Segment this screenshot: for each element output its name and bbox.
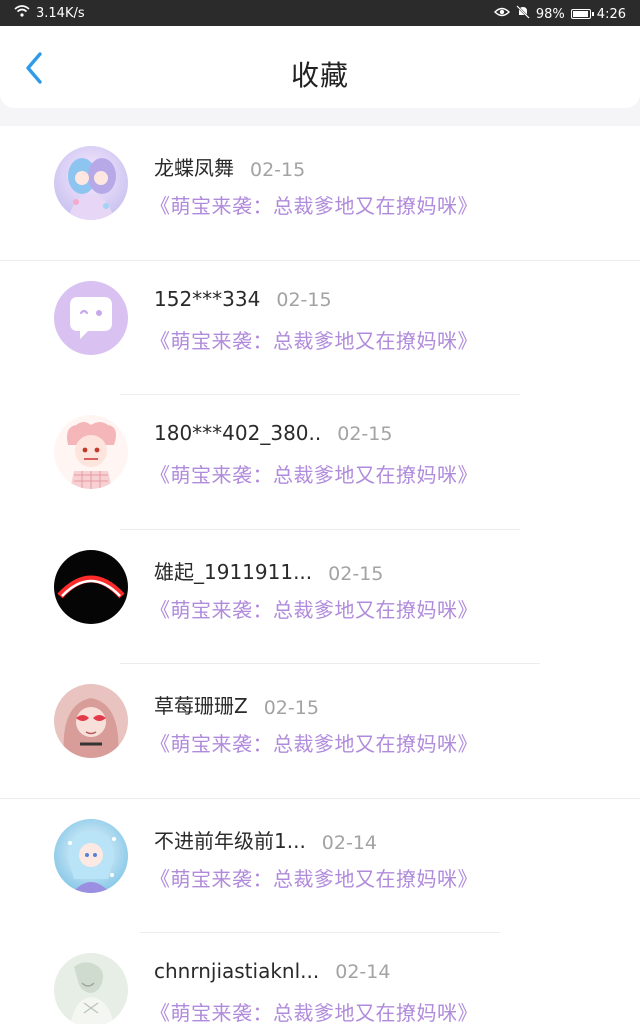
favorite-date: 02-14: [321, 831, 378, 854]
top-bar: 收藏: [0, 26, 640, 108]
eye-icon: [493, 6, 510, 22]
favorite-date: 02-15: [263, 697, 319, 719]
list-item[interactable]: 不进前年级前1... 02-14 《萌宝来袭：总裁爹地又在撩妈咪》: [0, 799, 640, 933]
avatar: [54, 684, 128, 758]
avatar: [54, 415, 128, 489]
user-name-row: 180***402_380.. 02-15: [154, 421, 392, 445]
user-name: 不进前年级前1...: [154, 828, 306, 853]
user-name-row: chnrnjiastiaknl... 02-14: [154, 959, 390, 983]
list-item[interactable]: 草莓珊珊Z 02-15 《萌宝来袭：总裁爹地又在撩妈咪》: [0, 664, 640, 799]
book-title[interactable]: 《萌宝来袭：总裁爹地又在撩妈咪》: [150, 728, 478, 757]
book-title[interactable]: 《萌宝来袭：总裁爹地又在撩妈咪》: [150, 325, 478, 354]
status-bar: 3.14K/s 98% 4:26: [0, 0, 640, 26]
list-item[interactable]: 152***334 02-15 《萌宝来袭：总裁爹地又在撩妈咪》: [0, 261, 640, 395]
list-item[interactable]: 龙蝶凤舞 02-15 《萌宝来袭：总裁爹地又在撩妈咪》: [0, 126, 640, 261]
list-item[interactable]: 雄起_1911911... 02-15 《萌宝来袭：总裁爹地又在撩妈咪》: [0, 530, 640, 664]
book-title[interactable]: 《萌宝来袭：总裁爹地又在撩妈咪》: [150, 459, 478, 488]
avatar: [54, 549, 128, 624]
user-name-row: 龙蝶凤舞 02-15: [154, 152, 305, 181]
favorite-date: 02-14: [335, 961, 391, 983]
book-title[interactable]: 《萌宝来袭：总裁爹地又在撩妈咪》: [150, 190, 478, 219]
avatar: [54, 953, 128, 1024]
book-title[interactable]: 《萌宝来袭：总裁爹地又在撩妈咪》: [150, 863, 478, 892]
user-name: 152***334: [154, 286, 261, 311]
mute-bell-icon: [516, 5, 530, 23]
avatar: [54, 280, 128, 355]
user-name-row: 不进前年级前1... 02-14: [154, 825, 377, 854]
list-item[interactable]: 180***402_380.. 02-15 《萌宝来袭：总裁爹地又在撩妈咪》: [0, 395, 640, 530]
book-title[interactable]: 《萌宝来袭：总裁爹地又在撩妈咪》: [150, 594, 478, 623]
favorite-date: 02-15: [276, 288, 332, 311]
favorite-date: 02-15: [337, 423, 393, 445]
list-item[interactable]: chnrnjiastiaknl... 02-14 《萌宝来袭：总裁爹地又在撩妈咪》: [0, 933, 640, 1024]
avatar: [54, 818, 128, 893]
clock: 4:26: [596, 6, 626, 22]
user-name: 龙蝶凤舞: [154, 156, 234, 180]
book-title[interactable]: 《萌宝来袭：总裁爹地又在撩妈咪》: [150, 997, 478, 1024]
favorite-date: 02-15: [250, 159, 306, 181]
user-name: 180***402_380..: [154, 421, 322, 445]
avatar: [54, 146, 128, 220]
battery-percent: 98%: [535, 6, 565, 22]
battery-icon: [570, 9, 594, 19]
user-name: 雄起_1911911...: [154, 559, 313, 584]
user-name-row: 雄起_1911911... 02-15: [154, 556, 383, 585]
wifi-icon: [14, 5, 30, 21]
user-name: 草莓珊珊Z: [154, 694, 248, 718]
page-title: 收藏: [290, 59, 349, 92]
favorite-date: 02-15: [328, 562, 384, 585]
user-name: chnrnjiastiaknl...: [154, 959, 320, 983]
favorites-list: 龙蝶凤舞 02-15 《萌宝来袭：总裁爹地又在撩妈咪》 152***334 02-1…: [0, 126, 640, 1024]
network-speed: 3.14K/s: [36, 5, 85, 21]
user-name-row: 草莓珊珊Z 02-15: [154, 690, 319, 719]
user-name-row: 152***334 02-15: [154, 287, 332, 311]
